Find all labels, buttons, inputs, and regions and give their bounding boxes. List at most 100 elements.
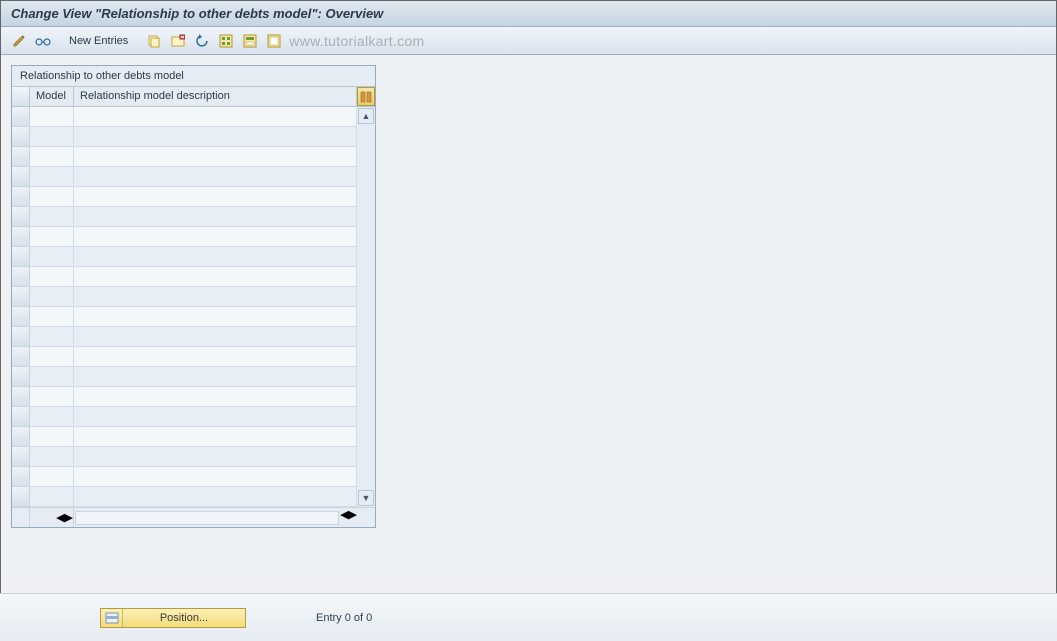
scroll-up-icon[interactable]: ▲ bbox=[358, 108, 374, 124]
title-bar: Change View "Relationship to other debts… bbox=[1, 1, 1056, 27]
cell-description[interactable] bbox=[74, 307, 357, 327]
cell-description[interactable] bbox=[74, 227, 357, 247]
cell-model[interactable] bbox=[30, 487, 74, 507]
table-row bbox=[12, 187, 357, 207]
cell-description[interactable] bbox=[74, 367, 357, 387]
row-selector[interactable] bbox=[12, 207, 30, 227]
cell-description[interactable] bbox=[74, 247, 357, 267]
table-row bbox=[12, 387, 357, 407]
row-selector[interactable] bbox=[12, 327, 30, 347]
cell-description[interactable] bbox=[74, 347, 357, 367]
row-selector[interactable] bbox=[12, 107, 30, 127]
table-row bbox=[12, 267, 357, 287]
position-label: Position... bbox=[123, 612, 245, 624]
cell-model[interactable] bbox=[30, 327, 74, 347]
scroll-down-icon[interactable]: ▼ bbox=[358, 490, 374, 506]
table-row bbox=[12, 347, 357, 367]
row-selector[interactable] bbox=[12, 447, 30, 467]
cell-model[interactable] bbox=[30, 147, 74, 167]
cell-description[interactable] bbox=[74, 427, 357, 447]
table-row bbox=[12, 147, 357, 167]
column-header-description[interactable]: Relationship model description bbox=[74, 87, 357, 106]
row-selector[interactable] bbox=[12, 367, 30, 387]
cell-description[interactable] bbox=[74, 387, 357, 407]
row-selector[interactable] bbox=[12, 287, 30, 307]
row-selector[interactable] bbox=[12, 267, 30, 287]
cell-description[interactable] bbox=[74, 267, 357, 287]
horizontal-scroll-row: ◀ ▶ ◀ ▶ bbox=[12, 507, 375, 527]
watermark-text: www.tutorialkart.com bbox=[289, 33, 424, 49]
hscroll-right-icon[interactable]: ◀ bbox=[340, 508, 348, 527]
cell-description[interactable] bbox=[74, 407, 357, 427]
cell-model[interactable] bbox=[30, 247, 74, 267]
footer-bar: Position... Entry 0 of 0 bbox=[0, 593, 1057, 641]
hscroll-right-last-icon[interactable]: ▶ bbox=[349, 508, 357, 527]
cell-model[interactable] bbox=[30, 287, 74, 307]
toggle-display-icon[interactable] bbox=[9, 31, 29, 51]
copy-icon[interactable] bbox=[144, 31, 164, 51]
undo-icon[interactable] bbox=[192, 31, 212, 51]
cell-description[interactable] bbox=[74, 127, 357, 147]
cell-description[interactable] bbox=[74, 467, 357, 487]
cell-model[interactable] bbox=[30, 347, 74, 367]
vertical-scrollbar[interactable]: ▲ ▼ bbox=[357, 107, 375, 507]
content-area: Relationship to other debts model Model … bbox=[1, 55, 1056, 590]
row-selector[interactable] bbox=[12, 147, 30, 167]
select-all-icon[interactable] bbox=[216, 31, 236, 51]
row-selector[interactable] bbox=[12, 167, 30, 187]
cell-description[interactable] bbox=[74, 187, 357, 207]
hscroll-left-icon[interactable]: ▶ bbox=[65, 511, 73, 524]
cell-model[interactable] bbox=[30, 367, 74, 387]
cell-model[interactable] bbox=[30, 427, 74, 447]
row-selector[interactable] bbox=[12, 387, 30, 407]
new-entries-button[interactable]: New Entries bbox=[65, 35, 132, 47]
cell-description[interactable] bbox=[74, 447, 357, 467]
row-selector[interactable] bbox=[12, 247, 30, 267]
row-selector[interactable] bbox=[12, 487, 30, 507]
column-header-model[interactable]: Model bbox=[30, 87, 74, 106]
cell-model[interactable] bbox=[30, 107, 74, 127]
cell-description[interactable] bbox=[74, 287, 357, 307]
table-row bbox=[12, 307, 357, 327]
cell-description[interactable] bbox=[74, 327, 357, 347]
glasses-icon[interactable] bbox=[33, 31, 53, 51]
toolbar: New Entries www.tutorialkart.com bbox=[1, 27, 1056, 55]
table-row bbox=[12, 287, 357, 307]
cell-model[interactable] bbox=[30, 307, 74, 327]
cell-description[interactable] bbox=[74, 207, 357, 227]
cell-model[interactable] bbox=[30, 127, 74, 147]
row-selector[interactable] bbox=[12, 187, 30, 207]
row-selector[interactable] bbox=[12, 467, 30, 487]
delete-icon[interactable] bbox=[168, 31, 188, 51]
cell-model[interactable] bbox=[30, 447, 74, 467]
cell-model[interactable] bbox=[30, 387, 74, 407]
table-configure-icon[interactable] bbox=[357, 87, 375, 106]
table-row bbox=[12, 167, 357, 187]
table-row bbox=[12, 427, 357, 447]
row-selector[interactable] bbox=[12, 127, 30, 147]
deselect-all-icon[interactable] bbox=[264, 31, 284, 51]
table-row bbox=[12, 107, 357, 127]
cell-model[interactable] bbox=[30, 267, 74, 287]
cell-description[interactable] bbox=[74, 147, 357, 167]
cell-model[interactable] bbox=[30, 167, 74, 187]
cell-model[interactable] bbox=[30, 227, 74, 247]
cell-description[interactable] bbox=[74, 107, 357, 127]
cell-model[interactable] bbox=[30, 407, 74, 427]
cell-model[interactable] bbox=[30, 187, 74, 207]
select-block-icon[interactable] bbox=[240, 31, 260, 51]
cell-description[interactable] bbox=[74, 167, 357, 187]
scroll-track[interactable] bbox=[357, 125, 375, 489]
row-selector[interactable] bbox=[12, 407, 30, 427]
row-selector[interactable] bbox=[12, 347, 30, 367]
row-selector[interactable] bbox=[12, 307, 30, 327]
position-button[interactable]: Position... bbox=[100, 608, 246, 628]
cell-model[interactable] bbox=[30, 467, 74, 487]
hscroll-left-first-icon[interactable]: ◀ bbox=[56, 511, 64, 524]
row-selector[interactable] bbox=[12, 227, 30, 247]
cell-model[interactable] bbox=[30, 207, 74, 227]
cell-description[interactable] bbox=[74, 487, 357, 507]
row-selector[interactable] bbox=[12, 427, 30, 447]
horizontal-scrollbar[interactable] bbox=[74, 508, 340, 527]
row-selector-header[interactable] bbox=[12, 87, 30, 106]
